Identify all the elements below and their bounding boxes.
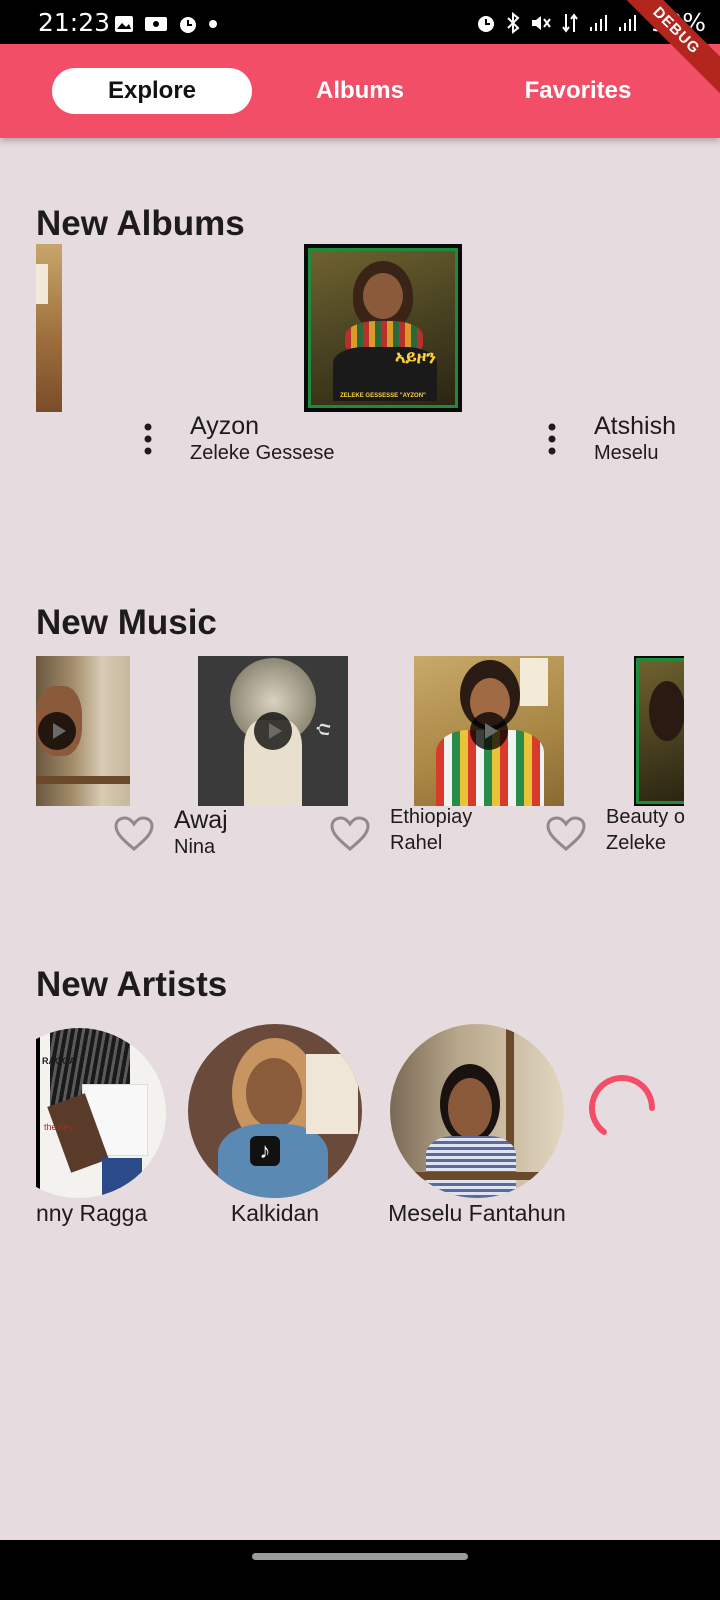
tab-favorites[interactable]: Favorites (478, 68, 678, 114)
album-artist: Meselu (594, 442, 659, 464)
song-cover-awaj[interactable]: ሰ (198, 656, 348, 806)
play-icon[interactable] (254, 712, 292, 750)
bluetooth-icon (507, 11, 520, 34)
album-cover-partial[interactable] (36, 244, 62, 412)
favorite-heart-icon[interactable] (546, 816, 586, 852)
mute-icon (532, 15, 552, 30)
song-cover-partial[interactable] (634, 656, 684, 806)
favorite-heart-icon[interactable] (114, 816, 154, 852)
play-icon[interactable] (38, 712, 76, 750)
system-nav-bar (0, 1540, 720, 1600)
home-gesture-handle[interactable] (252, 1553, 468, 1560)
album-title: Atshish (594, 412, 676, 440)
image-icon (115, 16, 133, 32)
more-options-icon[interactable] (546, 422, 558, 456)
artist-avatar[interactable]: ♪ (188, 1024, 362, 1198)
song-cover-ethiopiay[interactable] (414, 656, 564, 806)
status-time: 21:23 (38, 8, 111, 37)
song-artist: Zeleke (606, 832, 667, 854)
signal-icon (590, 14, 608, 31)
status-notification-icons (114, 14, 218, 34)
song-artist: Nina (174, 836, 216, 858)
artist-avatar[interactable]: RAGGA the key (36, 1028, 166, 1198)
favorite-heart-icon[interactable] (330, 816, 370, 852)
more-options-icon[interactable] (142, 422, 154, 456)
alarm-icon (478, 15, 495, 32)
song-cover-partial[interactable] (36, 656, 130, 806)
section-title-albums: New Albums (36, 204, 245, 243)
signal-icon (619, 14, 637, 31)
artist-avatar[interactable] (390, 1024, 564, 1198)
dot-icon (209, 20, 217, 28)
album-title: Ayzon (190, 412, 260, 440)
alarm-icon (180, 17, 196, 33)
artist-name: nny Ragga (36, 1200, 148, 1226)
artists-carousel[interactable]: RAGGA the key nny Ragga ♪ Kalkidan Mesel… (36, 1024, 684, 1240)
song-title: Beauty o (606, 806, 684, 828)
artist-name: Kalkidan (230, 1200, 320, 1226)
meet-icon (145, 17, 167, 31)
tab-albums[interactable]: Albums (280, 68, 440, 114)
albums-carousel[interactable]: ኣይዞን ZELEKE GESSESSE "AYZON" Ayzon Zelek… (36, 244, 684, 476)
song-title: Ethiopiay (390, 806, 473, 828)
section-title-artists: New Artists (36, 965, 228, 1004)
music-carousel[interactable]: ሰ Awaj Nina Ethiopiay Rahel Beauty o Zel… (36, 656, 684, 862)
artist-name: Meselu Fantahun (388, 1200, 566, 1226)
section-title-music: New Music (36, 603, 217, 642)
play-icon[interactable] (470, 712, 508, 750)
tiktok-icon: ♪ (250, 1136, 280, 1166)
album-artist: Zeleke Gessese (190, 442, 335, 464)
album-cover-ayzon[interactable]: ኣይዞን ZELEKE GESSESSE "AYZON" (304, 244, 462, 412)
song-artist: Rahel (390, 832, 443, 854)
loading-spinner-icon (589, 1075, 655, 1135)
tab-explore[interactable]: Explore (52, 68, 252, 114)
data-transfer-icon (562, 12, 579, 33)
top-tab-bar: Explore Albums Favorites (0, 44, 720, 138)
status-bar: 21:23 93% (0, 0, 720, 44)
song-title: Awaj (174, 806, 228, 834)
album-cover-caption: ZELEKE GESSESSE "AYZON" (340, 393, 426, 399)
